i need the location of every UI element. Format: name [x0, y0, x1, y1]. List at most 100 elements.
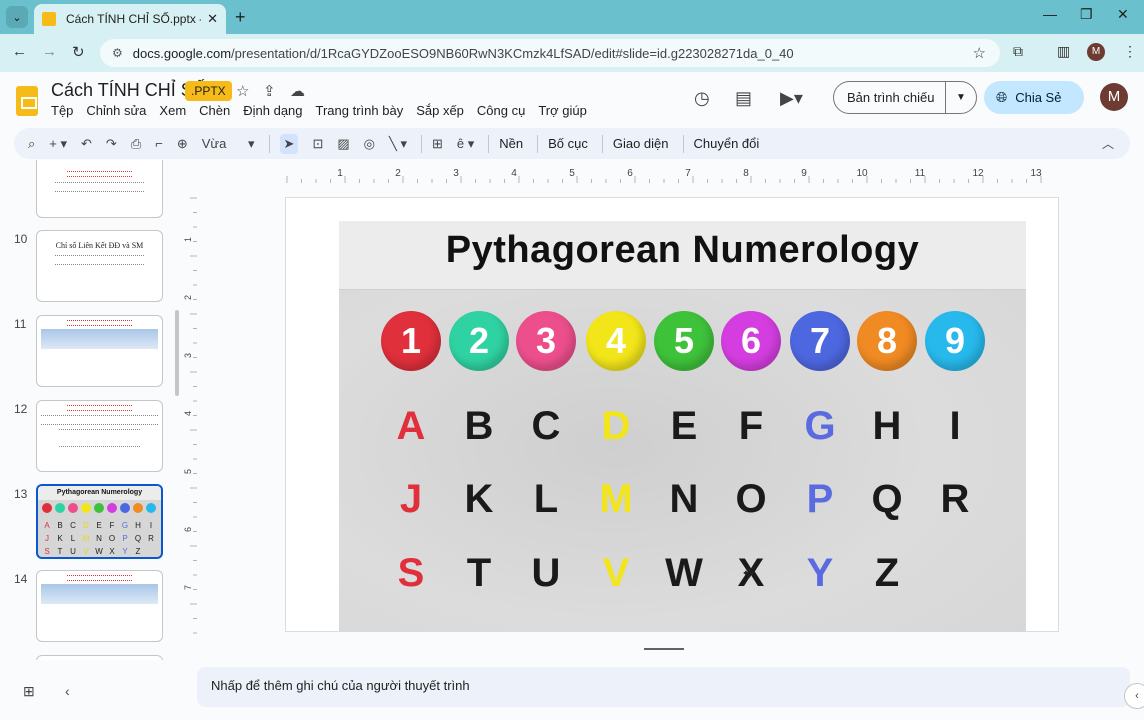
ruler-label: 9	[801, 168, 807, 179]
menu-insert[interactable]: Chèn	[199, 103, 230, 118]
svg-text:L: L	[71, 534, 76, 543]
insert-image-icon[interactable]: ▨	[337, 136, 349, 152]
grid-view-icon[interactable]: ⊞	[23, 683, 35, 700]
letter-U: U	[531, 551, 561, 595]
back-icon[interactable]: ←	[12, 43, 27, 60]
svg-text:A: A	[44, 521, 50, 530]
document-title[interactable]: Cách TÍNH CHỈ SỐ	[51, 80, 207, 101]
text-box-icon[interactable]: ⊡	[312, 136, 323, 152]
share-button[interactable]: 🌐︎ Chia Sẻ	[984, 81, 1084, 114]
layout-button[interactable]: Bố cục	[548, 136, 588, 151]
slide-thumbnail-9[interactable]	[36, 160, 163, 218]
tab-close-icon[interactable]: ✕	[207, 11, 218, 27]
svg-text:R: R	[148, 534, 154, 543]
tab-search-icon[interactable]: ⌄	[6, 6, 28, 28]
select-cursor-icon[interactable]: ➤	[279, 133, 299, 154]
browser-tab-strip: ⌄ Cách TÍNH CHỈ SỐ.pptx - Googl ✕ + — ❐ …	[0, 0, 1144, 34]
slide-thumbnail-14[interactable]	[36, 570, 163, 642]
svg-text:I: I	[150, 521, 152, 530]
menu-file[interactable]: Tệp	[51, 103, 73, 118]
slide-thumbnail-13[interactable]: Pythagorean Numerology ABCDEFGHI JKLMNOP…	[36, 484, 163, 559]
account-avatar[interactable]: M	[1100, 83, 1128, 111]
collapse-toolbar-icon[interactable]: ︿	[1102, 135, 1114, 152]
numerology-image[interactable]: Pythagorean Numerology 123456789 ABCDEFGH…	[339, 221, 1026, 632]
toolbar-divider	[537, 134, 539, 153]
slide-filmstrip[interactable]: 10 Chỉ số Liên Kết ĐĐ và SM 11 12 13 Pyt…	[0, 160, 186, 660]
svg-text:K: K	[57, 534, 63, 543]
tab-title: Cách TÍNH CHỈ SỐ.pptx - Googl	[66, 12, 201, 26]
slide-thumbnail-15[interactable]	[36, 655, 163, 660]
zoom-select[interactable]: Vừa ▾	[202, 136, 255, 152]
slideshow-button[interactable]: Bản trình chiếu ▼	[833, 81, 977, 114]
address-bar[interactable]: ⚙ docs.google.com /presentation/d/1RcaGY…	[100, 39, 1000, 67]
redo-icon[interactable]: ↷	[106, 136, 117, 152]
side-panel-icon[interactable]: ▥	[1057, 43, 1070, 60]
slides-logo-icon[interactable]	[16, 86, 38, 116]
menu-tools[interactable]: Công cụ	[477, 103, 525, 118]
minimize-icon[interactable]: —	[1043, 6, 1057, 22]
bookmark-star-icon[interactable]: ☆	[973, 44, 986, 62]
slide-thumbnail-11[interactable]	[36, 315, 163, 387]
new-slide-icon[interactable]: + ▾	[49, 136, 67, 152]
new-tab-button[interactable]: +	[235, 7, 246, 28]
input-tools-icon[interactable]: ȇ ▾	[457, 136, 474, 152]
toolbar-divider	[682, 134, 684, 153]
print-icon[interactable]: ⎙	[131, 136, 141, 152]
slide-thumbnail-10[interactable]: Chỉ số Liên Kết ĐĐ và SM	[36, 230, 163, 302]
number-circle-6: 6	[721, 311, 781, 371]
vertical-ruler[interactable]: 1 2 3 4 5 6 7	[182, 184, 198, 644]
letter-B: B	[464, 404, 494, 448]
browser-menu-icon[interactable]: ⋮	[1123, 43, 1137, 60]
move-folder-icon[interactable]: ⇪	[263, 82, 276, 100]
ruler-label: 3	[453, 168, 459, 179]
browser-profile-avatar[interactable]: M	[1087, 43, 1105, 61]
menu-arrange[interactable]: Sắp xếp	[416, 103, 464, 118]
window-close-icon[interactable]: ✕	[1117, 6, 1129, 23]
star-icon[interactable]: ☆	[236, 82, 249, 100]
letter-W: W	[665, 551, 703, 595]
speaker-notes[interactable]: Nhấp để thêm ghi chú của người thuyết tr…	[197, 667, 1130, 707]
line-icon[interactable]: ╲ ▾	[389, 136, 407, 152]
current-slide[interactable]: Pythagorean Numerology 123456789 ABCDEFGH…	[285, 197, 1059, 632]
show-side-panel-icon[interactable]: ‹	[1124, 683, 1144, 709]
paint-format-icon[interactable]: ⌐	[155, 136, 163, 151]
menu-format[interactable]: Định dạng	[243, 103, 302, 118]
menu-edit[interactable]: Chỉnh sửa	[86, 103, 146, 118]
menu-help[interactable]: Trợ giúp	[538, 103, 587, 118]
restore-icon[interactable]: ❐	[1080, 6, 1093, 23]
svg-text:O: O	[109, 534, 115, 543]
forward-icon[interactable]: →	[42, 43, 57, 60]
slideshow-dropdown-icon[interactable]: ▼	[946, 92, 976, 103]
version-history-icon[interactable]: ◷	[694, 88, 710, 109]
reload-icon[interactable]: ↻	[72, 43, 85, 61]
horizontal-ruler[interactable]: 1 2 3 4 5 6 7 8 9 10 11 12 13	[197, 166, 1130, 184]
transition-button[interactable]: Chuyển đổi	[694, 136, 760, 151]
zoom-icon[interactable]: ⊕	[177, 136, 188, 152]
browser-tab-active[interactable]: Cách TÍNH CHỈ SỐ.pptx - Googl ✕	[34, 4, 226, 34]
theme-button[interactable]: Giao diện	[613, 136, 669, 151]
slide-thumbnail-12[interactable]	[36, 400, 163, 472]
svg-text:T: T	[58, 547, 63, 556]
menu-view[interactable]: Xem	[159, 103, 186, 118]
slideshow-label[interactable]: Bản trình chiếu	[834, 82, 946, 113]
notes-resize-handle[interactable]	[644, 648, 684, 650]
meet-camera-icon[interactable]: ▶︎▾	[780, 88, 803, 109]
menu-bar: Tệp Chỉnh sửa Xem Chèn Định dạng Trang t…	[51, 103, 587, 118]
menu-slide[interactable]: Trang trình bày	[316, 103, 404, 118]
collapse-filmstrip-icon[interactable]: ‹	[65, 683, 70, 699]
search-menus-icon[interactable]: ⌕	[28, 136, 35, 152]
thumbnail-content	[55, 255, 144, 265]
extensions-icon[interactable]: ⧉	[1013, 43, 1023, 60]
background-button[interactable]: Nền	[499, 136, 523, 151]
slide-number: 14	[14, 572, 28, 586]
svg-text:V: V	[83, 547, 89, 556]
filmstrip-scrollbar[interactable]	[175, 310, 179, 396]
cloud-status-icon[interactable]: ☁	[290, 82, 305, 100]
svg-text:M: M	[83, 534, 90, 543]
slides-favicon-icon	[42, 12, 56, 26]
comments-icon[interactable]: ▤	[735, 88, 752, 109]
undo-icon[interactable]: ↶	[81, 136, 92, 152]
shape-icon[interactable]: ◎	[364, 136, 375, 152]
add-comment-icon[interactable]: ⊞	[432, 136, 443, 152]
site-info-icon[interactable]: ⚙	[112, 46, 123, 60]
